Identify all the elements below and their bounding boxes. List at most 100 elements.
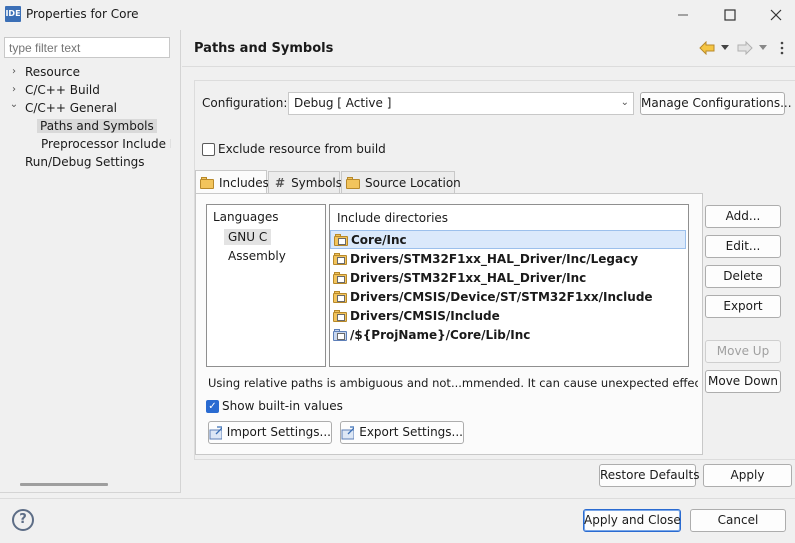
cancel-button[interactable]: Cancel: [690, 509, 786, 532]
filter-input[interactable]: [4, 37, 170, 58]
import-settings-icon: [209, 425, 222, 439]
tree-item-label: C/C++ General: [25, 101, 118, 115]
tree-item-preprocessor[interactable]: Preprocessor Include Pa: [41, 135, 171, 153]
folder-icon: [346, 176, 361, 189]
tree-item-label: Preprocessor Include Pa: [41, 137, 171, 151]
include-path: Drivers/STM32F1xx_HAL_Driver/Inc/Legacy: [350, 251, 639, 266]
arrow-left-icon: [699, 41, 715, 55]
configuration-value: Debug [ Active ]: [294, 96, 392, 110]
tab-source-location[interactable]: Source Location: [341, 171, 461, 193]
horizontal-scrollbar[interactable]: [20, 483, 108, 486]
folder-icon: [200, 176, 215, 189]
configuration-label: Configuration:: [202, 96, 288, 110]
tab-label: Includes: [219, 175, 269, 190]
include-folder-icon: [334, 233, 349, 246]
include-path: Core/Inc: [351, 232, 407, 247]
maximize-button[interactable]: [707, 0, 753, 30]
tree-item-label: Run/Debug Settings: [25, 155, 145, 169]
export-settings-button[interactable]: Export Settings...: [340, 421, 464, 444]
include-folder-icon: [333, 309, 348, 322]
help-icon: ?: [19, 512, 27, 527]
triangle-down-icon: [759, 45, 767, 50]
list-item[interactable]: /${ProjName}/Core/Lib/Inc: [330, 325, 686, 344]
manage-configurations-button[interactable]: Manage Configurations...: [640, 92, 792, 115]
add-button[interactable]: Add...: [705, 205, 781, 228]
maximize-icon: [724, 9, 736, 21]
export-settings-label: Export Settings...: [359, 425, 463, 439]
chevron-down-icon: ⌄: [620, 97, 629, 108]
move-up-button[interactable]: Move Up: [705, 340, 781, 363]
exclude-checkbox[interactable]: [202, 143, 215, 156]
tab-label: Symbols: [291, 175, 343, 190]
chevron-down-icon[interactable]: ⌄: [8, 96, 20, 114]
include-folder-icon: [333, 252, 348, 265]
move-down-button[interactable]: Move Down: [705, 370, 781, 393]
divider: [0, 492, 181, 493]
show-builtin-checkbox[interactable]: ✓: [206, 400, 219, 413]
list-item[interactable]: Drivers/CMSIS/Include: [330, 306, 686, 325]
relative-path-warning: Using relative paths is ambiguous and no…: [208, 376, 698, 390]
languages-list[interactable]: Languages GNU C Assembly: [206, 204, 326, 367]
triangle-down-icon: [721, 45, 729, 50]
forward-menu-button[interactable]: [757, 39, 769, 57]
close-icon: [770, 9, 782, 21]
tree-item-label: C/C++ Build: [25, 83, 100, 97]
help-button[interactable]: ?: [12, 509, 34, 531]
tree-item-label: Resource: [25, 65, 81, 79]
configuration-select[interactable]: Debug [ Active ] ⌄: [288, 92, 634, 115]
include-path: Drivers/CMSIS/Include: [350, 308, 500, 323]
apply-button[interactable]: Apply: [703, 464, 792, 487]
delete-button[interactable]: Delete: [705, 265, 781, 288]
exclude-label: Exclude resource from build: [218, 142, 386, 156]
list-item[interactable]: Drivers/STM32F1xx_HAL_Driver/Inc/Legacy: [330, 249, 686, 268]
include-path: /${ProjName}/Core/Lib/Inc: [350, 327, 531, 342]
more-vertical-icon: [780, 41, 784, 55]
include-folder-icon: [333, 271, 348, 284]
tree-item-label: Paths and Symbols: [37, 119, 157, 133]
back-menu-button[interactable]: [719, 39, 731, 57]
tree-item-cpp-build[interactable]: › C/C++ Build: [8, 81, 100, 99]
list-item[interactable]: Drivers/STM32F1xx_HAL_Driver/Inc: [330, 268, 686, 287]
include-directories-list[interactable]: Include directories Core/Inc Drivers/STM…: [329, 204, 689, 367]
apply-and-close-button[interactable]: Apply and Close: [583, 509, 681, 532]
tree-item-paths-and-symbols[interactable]: Paths and Symbols: [37, 117, 157, 135]
edit-button[interactable]: Edit...: [705, 235, 781, 258]
chevron-right-icon[interactable]: ›: [8, 63, 20, 81]
tree-item-cpp-general[interactable]: ⌄ C/C++ General: [8, 99, 117, 117]
include-folder-icon: [333, 290, 348, 303]
languages-header: Languages: [213, 210, 279, 224]
tab-symbols[interactable]: # Symbols: [268, 171, 343, 193]
import-settings-button[interactable]: Import Settings...: [208, 421, 332, 444]
tab-includes[interactable]: Includes: [195, 170, 269, 194]
language-item-gnu-c[interactable]: GNU C: [224, 229, 272, 245]
tree-item-run-debug[interactable]: Run/Debug Settings: [25, 153, 145, 171]
include-path: Drivers/STM32F1xx_HAL_Driver/Inc: [350, 270, 587, 285]
app-icon: IDE: [5, 6, 21, 22]
forward-button[interactable]: [736, 39, 754, 57]
close-window-button[interactable]: [753, 0, 795, 30]
window-title: Properties for Core: [26, 7, 139, 21]
restore-defaults-button[interactable]: Restore Defaults: [599, 464, 699, 487]
include-directories-header: Include directories: [337, 211, 449, 225]
export-settings-icon: [341, 425, 355, 439]
export-button[interactable]: Export: [705, 295, 781, 318]
sash-divider[interactable]: [180, 30, 181, 492]
minimize-button[interactable]: [660, 0, 706, 30]
view-menu-button[interactable]: [777, 39, 787, 57]
include-path: Drivers/CMSIS/Device/ST/STM32F1xx/Includ…: [350, 289, 653, 304]
list-item[interactable]: Drivers/CMSIS/Device/ST/STM32F1xx/Includ…: [330, 287, 686, 306]
divider: [0, 498, 795, 499]
checkmark-icon: ✓: [208, 401, 217, 412]
tab-label: Source Location: [365, 175, 461, 190]
page-title: Paths and Symbols: [194, 41, 334, 56]
import-settings-label: Import Settings...: [226, 425, 331, 439]
list-item[interactable]: Core/Inc: [330, 230, 686, 249]
back-button[interactable]: [698, 39, 716, 57]
minimize-icon: [678, 14, 688, 16]
show-builtin-label: Show built-in values: [222, 399, 343, 413]
arrow-right-icon: [737, 41, 753, 55]
workspace-folder-icon: [333, 328, 348, 341]
tree-item-resource[interactable]: › Resource: [8, 63, 80, 81]
hash-icon: #: [275, 175, 286, 190]
language-item-assembly[interactable]: Assembly: [228, 249, 286, 263]
